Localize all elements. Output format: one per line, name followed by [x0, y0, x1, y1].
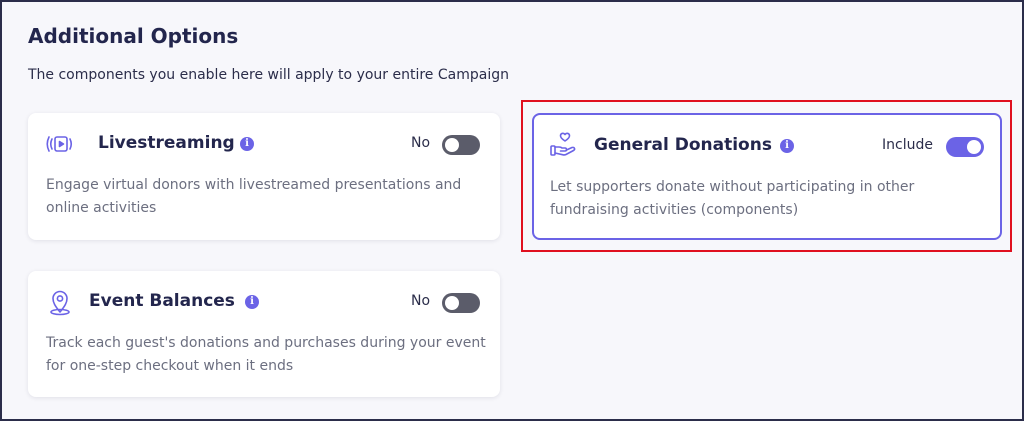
- livestreaming-info-icon[interactable]: i: [240, 137, 254, 151]
- event-balances-title: Event Balances: [89, 291, 235, 311]
- section-title: Additional Options: [28, 24, 239, 48]
- livestreaming-toggle[interactable]: [442, 135, 480, 155]
- video-stream-icon: [45, 129, 75, 159]
- event-balances-toggle[interactable]: [442, 293, 480, 313]
- page-frame: Additional Options The components you en…: [0, 0, 1024, 421]
- section-subtitle: The components you enable here will appl…: [28, 67, 509, 83]
- selection-highlight: [521, 100, 1012, 252]
- location-pin-icon: [45, 287, 75, 317]
- event-balances-card: Event Balances i No Track each guest's d…: [28, 271, 500, 397]
- livestreaming-title: Livestreaming: [98, 133, 235, 153]
- livestreaming-description: Engage virtual donors with livestreamed …: [46, 177, 462, 216]
- event-balances-info-icon[interactable]: i: [245, 295, 259, 309]
- livestreaming-toggle-label: No: [411, 135, 431, 151]
- toggle-knob: [445, 296, 459, 310]
- event-balances-description: Track each guest's donations and purchas…: [46, 335, 486, 374]
- livestreaming-card: Livestreaming i No Engage virtual donors…: [28, 113, 500, 240]
- toggle-knob: [445, 138, 459, 152]
- event-balances-toggle-label: No: [411, 293, 431, 309]
